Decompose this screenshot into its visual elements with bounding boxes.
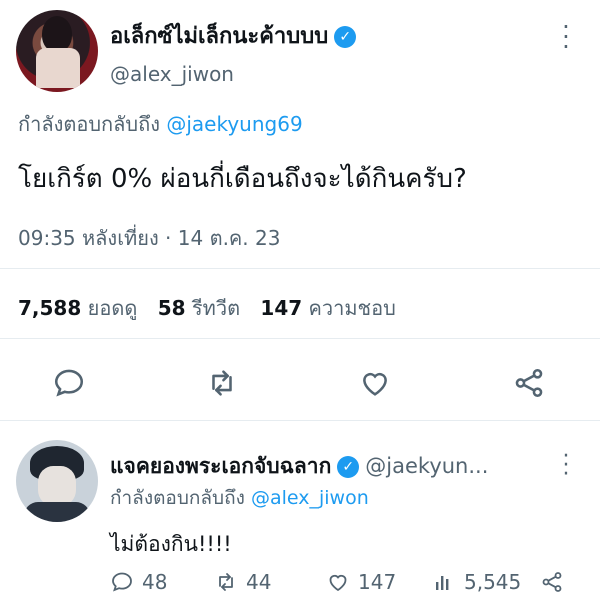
reply-like-button[interactable]: 147 bbox=[326, 570, 396, 594]
verified-badge-icon: ✓ bbox=[337, 456, 360, 478]
avatar-figure bbox=[42, 16, 72, 52]
likes-label[interactable]: ความชอบ bbox=[309, 296, 396, 320]
retweet-icon bbox=[219, 573, 233, 591]
reply-display-name-text: แจคยองพระเอกจับฉลาก bbox=[110, 454, 332, 478]
mention-link[interactable]: @alex_jiwon bbox=[251, 487, 369, 509]
more-options-icon[interactable]: · · · bbox=[556, 15, 576, 59]
reply-avatar[interactable] bbox=[16, 440, 98, 522]
like-icon[interactable] bbox=[358, 366, 392, 400]
reply-action-bar: 48 44 147 5,545 bbox=[110, 570, 590, 604]
divider bbox=[0, 268, 600, 269]
reply-icon[interactable] bbox=[52, 366, 86, 400]
tweet-timestamp[interactable]: 09:35 หลังเที่ยง · 14 ต.ค. 23 bbox=[18, 222, 280, 254]
user-handle[interactable]: @alex_jiwon bbox=[110, 62, 234, 86]
reply-replying-to-line: กำลังตอบกลับถึง @alex_jiwon bbox=[110, 483, 369, 513]
avatar[interactable] bbox=[16, 10, 98, 92]
display-name-text: อเล็กซ์ไม่เล็กนะค้าบบบ bbox=[110, 24, 329, 49]
replying-to-label: กำลังตอบกลับถึง bbox=[18, 112, 160, 136]
retweet-icon[interactable] bbox=[205, 366, 239, 400]
reply-display-name[interactable]: แจคยองพระเอกจับฉลาก ✓ @jaekyun... bbox=[110, 450, 488, 483]
reply-views-button[interactable]: 5,545 bbox=[432, 570, 521, 594]
divider bbox=[0, 420, 600, 421]
likes-count[interactable]: 147 bbox=[260, 296, 302, 320]
reply-share-button[interactable] bbox=[540, 570, 564, 594]
views-count: 5,545 bbox=[464, 570, 522, 594]
mention-link[interactable]: @jaekyung69 bbox=[166, 112, 302, 136]
reply-count: 48 bbox=[142, 570, 168, 594]
display-name[interactable]: อเล็กซ์ไม่เล็กนะค้าบบบ ✓ bbox=[110, 18, 357, 53]
like-count: 147 bbox=[358, 570, 397, 594]
share-icon bbox=[542, 572, 562, 592]
reply-reply-button[interactable]: 48 bbox=[110, 570, 167, 594]
verified-badge-icon: ✓ bbox=[334, 26, 357, 48]
views-label: ยอดดู bbox=[87, 296, 138, 320]
views-count: 7,588 bbox=[18, 296, 82, 320]
retweet-count: 44 bbox=[246, 570, 272, 594]
avatar-body bbox=[36, 48, 80, 88]
reply-text: ไม่ต้องกิน!!!! bbox=[110, 532, 232, 556]
replying-to-line: กำลังตอบกลับถึง @jaekyung69 bbox=[18, 108, 303, 140]
retweets-count[interactable]: 58 bbox=[158, 296, 186, 320]
reply-retweet-button[interactable]: 44 bbox=[214, 570, 271, 594]
reply-user-handle[interactable]: @jaekyun... bbox=[365, 454, 488, 478]
views-icon bbox=[436, 576, 449, 590]
avatar-shirt bbox=[24, 502, 90, 522]
reply-icon bbox=[112, 572, 132, 592]
share-icon[interactable] bbox=[512, 366, 546, 400]
divider bbox=[0, 338, 600, 339]
more-options-icon[interactable]: · · · bbox=[556, 446, 576, 486]
like-icon bbox=[329, 574, 347, 592]
tweet-stats: 7,588 ยอดดู 58 รีทวีต 147 ความชอบ bbox=[18, 292, 410, 324]
replying-to-label: กำลังตอบกลับถึง bbox=[110, 487, 245, 509]
retweets-label[interactable]: รีทวีต bbox=[192, 296, 240, 320]
avatar-face bbox=[38, 466, 76, 506]
tweet-text: โยเกิร์ต 0% ผ่อนกี่เดือนถึงจะได้กินครับ? bbox=[18, 164, 467, 194]
